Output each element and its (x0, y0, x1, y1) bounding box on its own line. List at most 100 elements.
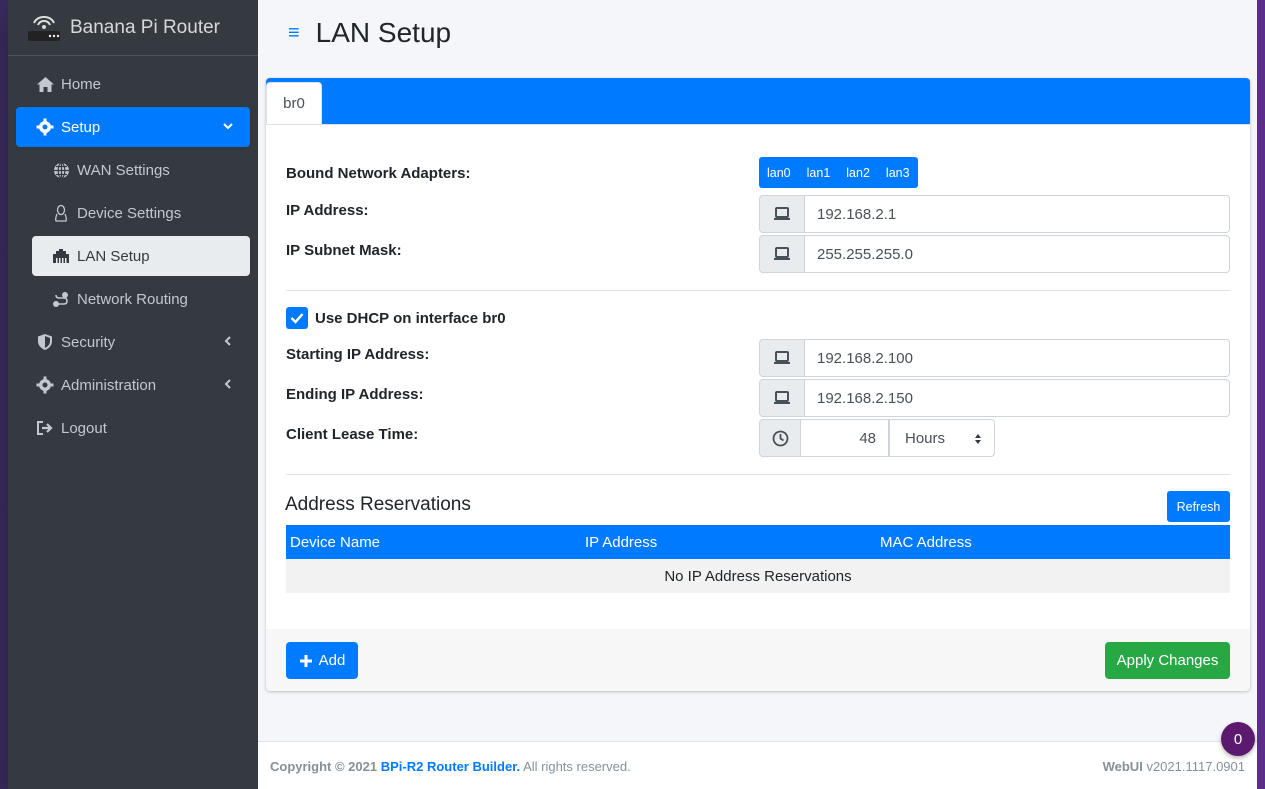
dhcp-checkbox[interactable] (286, 307, 308, 329)
column-mac-address[interactable]: MAC Address (876, 534, 1171, 551)
globe-icon (51, 161, 71, 179)
column-device-name[interactable]: Device Name (286, 534, 581, 551)
copyright-link[interactable]: BPi-R2 Router Builder. (381, 759, 520, 774)
notification-badge[interactable]: 0 (1221, 722, 1255, 756)
sidebar-item-administration[interactable]: Administration (16, 365, 250, 405)
adapter-lan1[interactable]: lan1 (798, 157, 839, 188)
sidebar-item-wan-settings[interactable]: WAN Settings (32, 150, 250, 190)
adapter-lan3[interactable]: lan3 (877, 157, 918, 188)
column-ip-address[interactable]: IP Address (581, 534, 876, 551)
start-ip-input[interactable]: 192.168.2.100 (805, 339, 1230, 377)
refresh-button[interactable]: Refresh (1167, 491, 1230, 522)
ip-address-row: IP Address: 192.168.2.1 (286, 195, 1230, 233)
reservations-table: Device Name IP Address MAC Address No IP… (286, 525, 1230, 593)
laptop-icon (759, 235, 805, 273)
add-button[interactable]: Add (286, 642, 358, 679)
tab-br0[interactable]: br0 (266, 82, 322, 124)
add-button-label: Add (318, 652, 346, 669)
laptop-icon (759, 379, 805, 417)
adapter-lan2[interactable]: lan2 (838, 157, 878, 188)
end-ip-row: Ending IP Address: 192.168.2.150 (286, 379, 1230, 417)
copyright-prefix: Copyright © 2021 (270, 759, 378, 774)
sidebar-item-label: Device Settings (77, 204, 182, 222)
shield-icon (35, 333, 55, 351)
select-caret-icon (974, 432, 982, 449)
reservations-title: Address Reservations (285, 494, 471, 515)
subnet-mask-row: IP Subnet Mask: 255.255.255.0 (286, 235, 1230, 273)
clock-icon (759, 419, 801, 457)
sign-out-icon (35, 420, 55, 436)
sidebar-item-network-routing[interactable]: Network Routing (32, 279, 250, 319)
lease-unit-select[interactable]: Hours (889, 419, 995, 457)
ip-address-input[interactable]: 192.168.2.1 (805, 195, 1230, 233)
brand-name: Banana Pi Router (70, 16, 220, 38)
sidebar-item-device-settings[interactable]: Device Settings (32, 193, 250, 233)
sidebar-item-logout[interactable]: Logout (16, 408, 250, 448)
sidebar-nav: Home Setup WAN Settings Device Settings (8, 56, 258, 448)
router-logo-icon (28, 15, 60, 41)
end-ip-input[interactable]: 192.168.2.150 (805, 379, 1230, 417)
bound-adapters-row: Bound Network Adapters: lan0 lan1 lan2 l… (286, 157, 1230, 188)
card-footer: Add Apply Changes (266, 629, 1250, 691)
divider (286, 474, 1230, 475)
sidebar-item-label: Network Routing (77, 290, 188, 308)
subnet-mask-input[interactable]: 255.255.255.0 (805, 235, 1230, 273)
version-text: v2021.1117.0901 (1146, 759, 1245, 774)
dhcp-label[interactable]: Use DHCP on interface br0 (315, 310, 506, 327)
page-header: ≡ LAN Setup (258, 0, 1257, 66)
sidebar-item-label: Administration (61, 376, 157, 394)
copyright: Copyright © 2021 BPi-R2 Router Builder. … (270, 759, 631, 774)
brand[interactable]: Banana Pi Router (8, 0, 258, 56)
sidebar-item-label: WAN Settings (77, 161, 170, 179)
laptop-icon (759, 195, 805, 233)
divider (286, 290, 1230, 291)
sidebar-item-setup[interactable]: Setup (16, 107, 250, 147)
chevron-down-icon (222, 119, 234, 136)
gear-icon (35, 376, 55, 394)
sidebar-item-label: LAN Setup (77, 247, 150, 265)
card-header: br0 (266, 78, 1250, 125)
sidebar-item-label: Security (61, 333, 116, 351)
sidebar: Banana Pi Router Home Setup WAN Settings (8, 0, 258, 789)
dhcp-row: Use DHCP on interface br0 (286, 307, 1230, 329)
sidebar-item-home[interactable]: Home (16, 64, 250, 104)
page-footer: Copyright © 2021 BPi-R2 Router Builder. … (258, 741, 1257, 789)
lease-time-row: Client Lease Time: 48 Hours (286, 419, 1230, 457)
route-icon (51, 291, 71, 308)
lease-time-input[interactable]: 48 (801, 419, 889, 457)
sidebar-item-label: Logout (61, 419, 107, 437)
menu-toggle-icon[interactable]: ≡ (288, 22, 300, 45)
bound-adapters-label: Bound Network Adapters: (286, 165, 471, 182)
rights-text: All rights reserved. (523, 759, 631, 774)
ip-address-label: IP Address: (286, 202, 369, 219)
start-ip-label: Starting IP Address: (286, 346, 430, 363)
check-icon (290, 313, 304, 324)
end-ip-label: Ending IP Address: (286, 386, 424, 403)
subnet-mask-group: 255.255.255.0 (759, 235, 1230, 273)
start-ip-row: Starting IP Address: 192.168.2.100 (286, 339, 1230, 377)
sidebar-item-lan-setup[interactable]: LAN Setup (32, 236, 250, 276)
adapter-group: lan0 lan1 lan2 lan3 (759, 157, 918, 188)
adapter-lan0[interactable]: lan0 (759, 157, 799, 188)
laptop-icon (759, 339, 805, 377)
chevron-left-icon (222, 377, 234, 394)
sidebar-item-label: Setup (61, 118, 101, 136)
start-ip-group: 192.168.2.100 (759, 339, 1230, 377)
version-info: WebUI v2021.1117.0901 (1103, 759, 1245, 774)
gear-icon (35, 118, 55, 136)
end-ip-group: 192.168.2.150 (759, 379, 1230, 417)
ip-address-group: 192.168.2.1 (759, 195, 1230, 233)
webui-label: WebUI (1102, 759, 1143, 774)
linux-icon (51, 204, 71, 222)
page-title: LAN Setup (315, 17, 452, 48)
sidebar-item-security[interactable]: Security (16, 322, 250, 362)
apply-changes-button[interactable]: Apply Changes (1105, 642, 1230, 679)
table-header: Device Name IP Address MAC Address (286, 525, 1230, 559)
plus-icon (299, 654, 312, 667)
lease-unit-value: Hours (905, 429, 946, 447)
reservations-header: Address Reservations Refresh (285, 491, 1230, 522)
lease-time-label: Client Lease Time: (286, 426, 419, 443)
lan-setup-card: br0 Bound Network Adapters: lan0 lan1 la… (266, 78, 1250, 691)
lease-time-group: 48 Hours (759, 419, 995, 457)
subnet-mask-label: IP Subnet Mask: (286, 242, 402, 259)
